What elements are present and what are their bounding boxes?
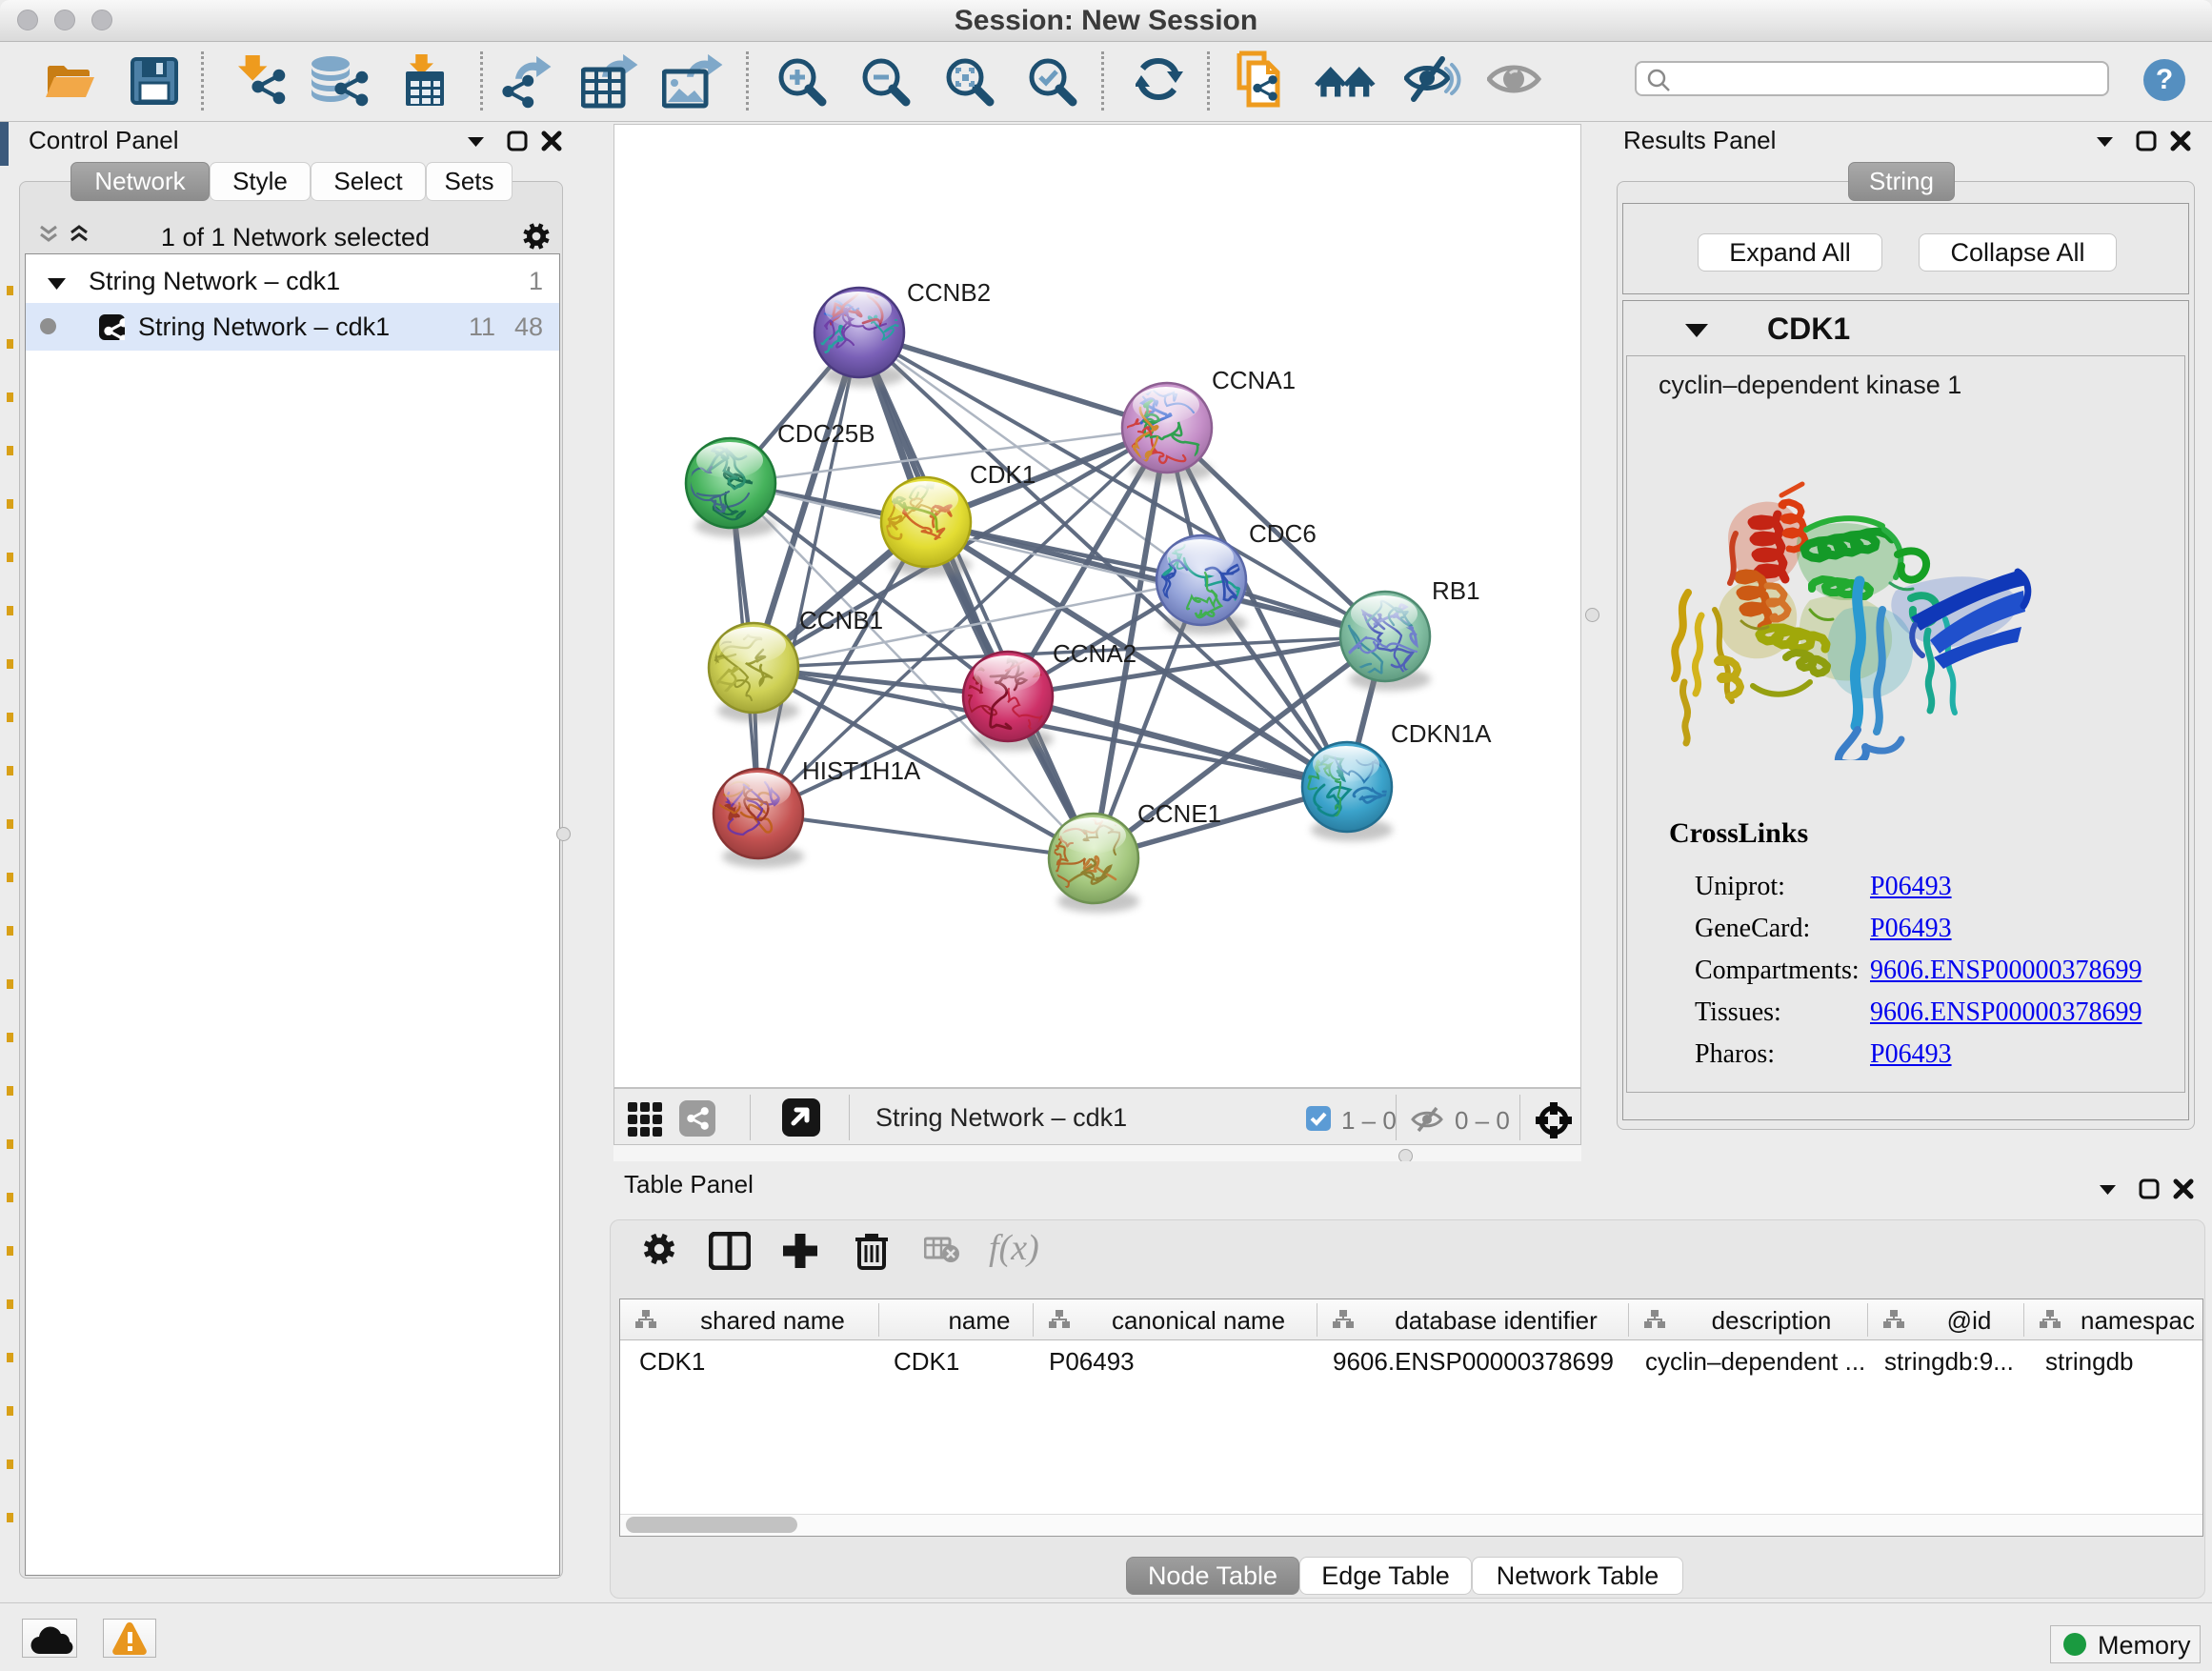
svg-text:CCNA1: CCNA1 xyxy=(1212,366,1296,394)
svg-text:CDC6: CDC6 xyxy=(1249,519,1317,548)
svg-text:CCNE1: CCNE1 xyxy=(1137,799,1221,828)
svg-text:HIST1H1A: HIST1H1A xyxy=(802,756,921,785)
svg-text:CDKN1A: CDKN1A xyxy=(1391,719,1492,748)
svg-text:CCNB1: CCNB1 xyxy=(799,606,883,634)
svg-text:CDC25B: CDC25B xyxy=(777,419,875,448)
svg-text:CCNB2: CCNB2 xyxy=(907,278,991,307)
svg-text:RB1: RB1 xyxy=(1432,576,1480,605)
svg-text:CDK1: CDK1 xyxy=(970,460,1036,489)
svg-text:CCNA2: CCNA2 xyxy=(1053,639,1136,668)
